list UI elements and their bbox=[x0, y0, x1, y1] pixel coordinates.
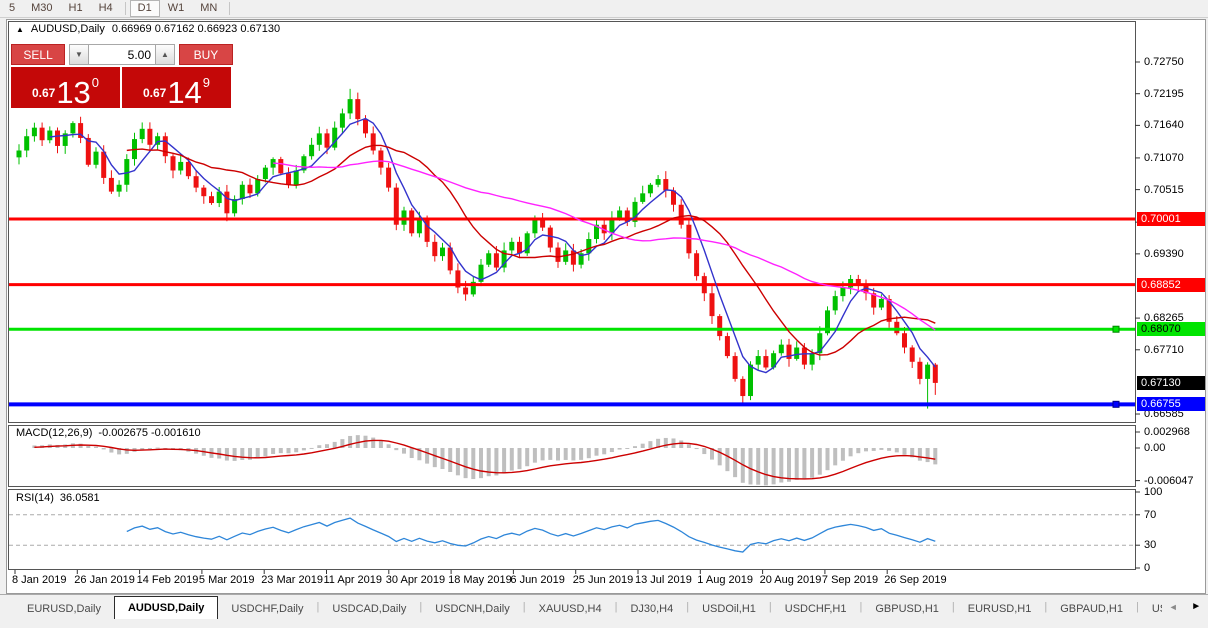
trading-app: 5M30H1H4 D1W1MN 8 Jan 2019 26 Jan 201914 F… bbox=[0, 0, 1208, 628]
collapse-icon[interactable]: ▲ bbox=[16, 25, 24, 34]
date-tick-label: 1 Aug 2019 bbox=[697, 574, 753, 586]
tab-usdchf-daily[interactable]: USDCHF,Daily bbox=[218, 600, 316, 619]
date-tick-label: 20 Aug 2019 bbox=[760, 574, 822, 586]
timeframe-button-w1[interactable]: W1 bbox=[160, 0, 193, 17]
axis-tick-label: 70 bbox=[1144, 508, 1156, 522]
price-level-label: 0.70001 bbox=[1137, 212, 1205, 226]
tab-eurusd-h1[interactable]: EURUSD,H1 bbox=[955, 600, 1045, 619]
axis-tick-label: 0 bbox=[1144, 561, 1150, 575]
chart-ohlc-values: 0.66969 0.67162 0.66923 0.67130 bbox=[112, 23, 280, 35]
volume-increase-button[interactable]: ▲ bbox=[155, 44, 175, 65]
tab-usdoil-h1[interactable]: USDOil,H1 bbox=[689, 600, 769, 619]
tab-scroll-left-icon[interactable]: ◄ bbox=[1169, 602, 1178, 612]
axis-tick-label: 0.67710 bbox=[1144, 343, 1184, 357]
buy-price-box[interactable]: 0.67 14 9 bbox=[122, 67, 231, 108]
macd-name: MACD(12,26,9) bbox=[16, 427, 92, 439]
buy-price-sup: 9 bbox=[203, 75, 210, 90]
axis-tick-label: 0.002968 bbox=[1144, 425, 1190, 439]
date-tick-label: 8 Jan 2019 bbox=[12, 574, 66, 586]
tab-xauusd-h4[interactable]: XAUUSD,H4 bbox=[526, 600, 615, 619]
axis-tick-label: 0.72195 bbox=[1144, 87, 1184, 101]
date-tick-label: 14 Feb 2019 bbox=[137, 574, 199, 586]
date-tick-label: 18 May 2019 bbox=[448, 574, 512, 586]
date-tick-label: 6 Jun 2019 bbox=[510, 574, 564, 586]
chart-title: ▲ AUDUSD,Daily 0.66969 0.67162 0.66923 0… bbox=[16, 23, 280, 35]
timeframe-button-h4[interactable]: H4 bbox=[91, 0, 121, 17]
sell-button[interactable]: SELL bbox=[11, 44, 65, 65]
date-tick-label: 7 Sep 2019 bbox=[822, 574, 878, 586]
price-level-label: 0.66755 bbox=[1137, 397, 1205, 411]
toolbar-separator bbox=[229, 2, 230, 15]
chart-symbol-label: AUDUSD,Daily bbox=[31, 23, 105, 35]
sell-price-big: 13 bbox=[56, 79, 90, 106]
axis-tick-label: 0.71070 bbox=[1144, 151, 1184, 165]
price-level-label: 0.67130 bbox=[1137, 376, 1205, 390]
tab-scroll-arrows: ◄ ► bbox=[1162, 595, 1208, 618]
toolbar-separator bbox=[125, 2, 126, 15]
buy-price-small: 0.67 bbox=[143, 86, 166, 100]
tab-scroll-right-icon[interactable]: ► bbox=[1191, 601, 1201, 612]
axis-tick-label: 0.00 bbox=[1144, 441, 1165, 455]
date-tick-label: 25 Jun 2019 bbox=[573, 574, 634, 586]
rsi-indicator-label: RSI(14) 36.0581 bbox=[16, 492, 100, 504]
axis-tick-label: 0.72750 bbox=[1144, 55, 1184, 69]
volume-input[interactable] bbox=[89, 44, 155, 65]
chart-window: 8 Jan 2019 26 Jan 201914 Feb 20195 Mar 20… bbox=[6, 19, 1206, 594]
axis-tick-label: 0.70515 bbox=[1144, 183, 1184, 197]
tab-usdcnh-daily[interactable]: USDCNH,Daily bbox=[422, 600, 523, 619]
sell-price-sup: 0 bbox=[92, 75, 99, 90]
timeframe-button-mn[interactable]: MN bbox=[192, 0, 225, 17]
tab-eurusd-daily[interactable]: EURUSD,Daily bbox=[14, 600, 114, 619]
buy-button[interactable]: BUY bbox=[179, 44, 233, 65]
date-tick-label: 11 Apr 2019 bbox=[324, 574, 383, 586]
one-click-trade-panel: SELL ▼ ▲ BUY 0.67 13 0 0.67 14 9 bbox=[11, 44, 233, 108]
tab-dj30-h4[interactable]: DJ30,H4 bbox=[617, 600, 686, 619]
macd-values: -0.002675 -0.001610 bbox=[98, 427, 200, 439]
timeframe-toolbar: 5M30H1H4 D1W1MN bbox=[0, 0, 1208, 18]
price-level-label: 0.68070 bbox=[1137, 322, 1205, 336]
date-tick-label: 30 Apr 2019 bbox=[386, 574, 445, 586]
rsi-value: 36.0581 bbox=[60, 492, 100, 504]
price-level-label: 0.68852 bbox=[1137, 278, 1205, 292]
timeframe-button-d1[interactable]: D1 bbox=[130, 0, 160, 17]
timeframe-button-5[interactable]: 5 bbox=[1, 0, 23, 17]
hline-handle-green bbox=[1113, 326, 1119, 332]
date-tick-label: 23 Mar 2019 bbox=[261, 574, 323, 586]
sell-price-box[interactable]: 0.67 13 0 bbox=[11, 67, 120, 108]
macd-indicator-label: MACD(12,26,9) -0.002675 -0.001610 bbox=[16, 427, 201, 439]
timeframe-button-h1[interactable]: H1 bbox=[61, 0, 91, 17]
sell-price-small: 0.67 bbox=[32, 86, 55, 100]
axis-tick-label: 30 bbox=[1144, 538, 1156, 552]
date-tick-label: 26 Jan 2019 bbox=[74, 574, 135, 586]
rsi-name: RSI(14) bbox=[16, 492, 54, 504]
hline-handle-blue bbox=[1113, 401, 1119, 407]
timeframe-button-m30[interactable]: M30 bbox=[23, 0, 60, 17]
date-tick-label: 26 Sep 2019 bbox=[884, 574, 946, 586]
tab-usdcad-daily[interactable]: USDCAD,Daily bbox=[319, 600, 419, 619]
date-tick-label: 13 Jul 2019 bbox=[635, 574, 692, 586]
tab-usdchf-h1[interactable]: USDCHF,H1 bbox=[772, 600, 860, 619]
volume-decrease-button[interactable]: ▼ bbox=[69, 44, 89, 65]
rsi-panel-frame bbox=[9, 490, 1136, 570]
axis-tick-label: 100 bbox=[1144, 485, 1162, 499]
axis-tick-label: 0.69390 bbox=[1144, 247, 1184, 261]
symbol-tab-bar: EURUSD,DailyAUDUSD,DailyUSDCHF,Daily|USD… bbox=[0, 594, 1208, 619]
tab-audusd-daily[interactable]: AUDUSD,Daily bbox=[114, 596, 218, 619]
tab-gbpusd-h1[interactable]: GBPUSD,H1 bbox=[862, 600, 952, 619]
date-tick-label: 5 Mar 2019 bbox=[199, 574, 255, 586]
buy-price-big: 14 bbox=[167, 79, 201, 106]
tab-gbpaud-h1[interactable]: GBPAUD,H1 bbox=[1047, 600, 1136, 619]
axis-tick-label: 0.71640 bbox=[1144, 118, 1184, 132]
